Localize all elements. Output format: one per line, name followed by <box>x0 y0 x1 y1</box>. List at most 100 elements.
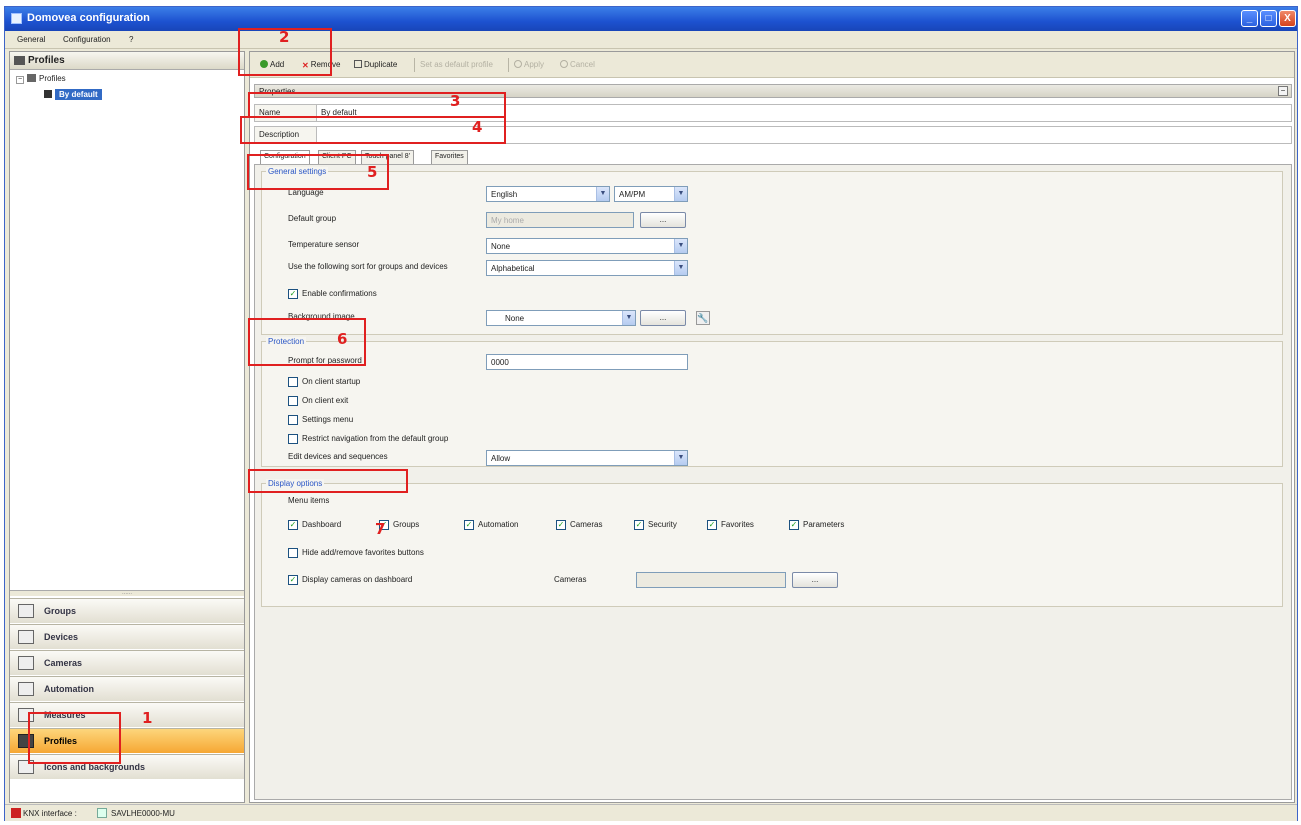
callout-number-3: 3 <box>450 92 461 110</box>
display-cameras-checkbox[interactable]: ✓ <box>288 575 298 585</box>
connection-icon <box>11 808 21 818</box>
profile-icon <box>44 90 52 98</box>
groups-icon <box>18 604 34 618</box>
background-select[interactable]: None ▼ <box>486 310 636 326</box>
tree-item-by-default[interactable]: By default <box>44 89 102 100</box>
apply-button[interactable]: Apply <box>514 60 544 69</box>
collapse-properties-button[interactable]: − <box>1278 86 1288 96</box>
callout-number-2: 2 <box>279 28 290 46</box>
menu-security-label: Security <box>648 520 677 529</box>
hide-favorites-label: Hide add/remove favorites buttons <box>302 548 424 557</box>
restrict-navigation-checkbox[interactable] <box>288 434 298 444</box>
default-group-value: My home <box>491 216 524 225</box>
callout-number-1: 1 <box>142 709 153 727</box>
tab-favorites[interactable]: Favorites <box>431 150 468 164</box>
menu-dashboard-label: Dashboard <box>302 520 342 529</box>
menu-help[interactable]: ? <box>129 35 133 44</box>
menu-automation-label: Automation <box>478 520 519 529</box>
cancel-icon <box>560 60 568 68</box>
temperature-value: None <box>491 242 511 251</box>
nav-automation[interactable]: Automation <box>10 676 244 701</box>
menu-bar: General Configuration ? <box>5 31 1297 49</box>
duplicate-button[interactable]: Duplicate <box>354 60 397 69</box>
password-field[interactable]: 0000 <box>486 354 688 370</box>
chevron-down-icon: ▼ <box>674 451 687 465</box>
chevron-down-icon: ▼ <box>596 187 609 201</box>
menu-automation-checkbox[interactable]: ✓ <box>464 520 474 530</box>
wrench-icon[interactable]: 🔧 <box>696 311 710 325</box>
close-button[interactable]: X <box>1279 10 1296 27</box>
nav-devices[interactable]: Devices <box>10 624 244 649</box>
on-startup-checkbox[interactable] <box>288 377 298 387</box>
callout-number-7: 7 <box>375 520 386 538</box>
automation-icon <box>18 682 34 696</box>
hide-favorites-checkbox[interactable] <box>288 548 298 558</box>
toolbar: Add ✕ Remove Duplicate Set as default pro… <box>250 52 1294 78</box>
minimize-button[interactable]: _ <box>1241 10 1258 27</box>
edit-devices-select[interactable]: Allow ▼ <box>486 450 688 466</box>
sort-value: Alphabetical <box>491 264 535 273</box>
callout-number-6: 6 <box>337 330 348 348</box>
menu-parameters-checkbox[interactable]: ✓ <box>789 520 799 530</box>
enable-confirmations-label: Enable confirmations <box>302 289 377 298</box>
server-status[interactable]: SAVLHE0000-MU <box>111 809 175 818</box>
interface-status[interactable]: KNX interface : <box>23 809 77 818</box>
cancel-button[interactable]: Cancel <box>560 60 595 69</box>
apply-label: Apply <box>524 60 545 69</box>
menu-general[interactable]: General <box>17 35 45 44</box>
language-select[interactable]: English ▼ <box>486 186 610 202</box>
sort-select[interactable]: Alphabetical ▼ <box>486 260 688 276</box>
chevron-down-icon: ▼ <box>622 311 635 325</box>
collapse-icon[interactable]: − <box>16 76 24 84</box>
sort-label: Use the following sort for groups and de… <box>288 262 448 271</box>
tree-item-label: By default <box>55 89 102 100</box>
default-group-field: My home <box>486 212 634 228</box>
toolbar-separator <box>508 58 509 72</box>
profile-tree: − Profiles By default <box>10 70 244 590</box>
camera-icon <box>18 656 34 670</box>
title-bar: Domovea configuration _ □ X <box>5 7 1297 31</box>
nav-cameras[interactable]: Cameras <box>10 650 244 675</box>
cameras-label: Cameras <box>554 575 587 584</box>
right-pane: Add ✕ Remove Duplicate Set as default pro… <box>249 51 1295 803</box>
enable-confirmations-checkbox[interactable]: ✓ <box>288 289 298 299</box>
menu-cameras-checkbox[interactable]: ✓ <box>556 520 566 530</box>
default-group-browse-button[interactable]: ... <box>640 212 686 228</box>
restrict-navigation-label: Restrict navigation from the default gro… <box>302 434 449 443</box>
profiles-folder-icon <box>27 74 36 82</box>
callout-box-7 <box>248 469 408 493</box>
callout-box-4 <box>240 116 506 144</box>
settings-menu-label: Settings menu <box>302 415 354 424</box>
on-exit-checkbox[interactable] <box>288 396 298 406</box>
chevron-down-icon: ▼ <box>674 239 687 253</box>
tree-root[interactable]: − Profiles <box>16 74 66 84</box>
menu-favorites-checkbox[interactable]: ✓ <box>707 520 717 530</box>
duplicate-label: Duplicate <box>364 60 398 69</box>
menu-dashboard-checkbox[interactable]: ✓ <box>288 520 298 530</box>
callout-box-1 <box>28 712 121 764</box>
pane-splitter[interactable]: ...... <box>10 590 244 596</box>
callout-number-5: 5 <box>367 163 378 181</box>
background-browse-button[interactable]: ... <box>640 310 686 326</box>
profiles-panel-header: Profiles <box>10 52 244 70</box>
menu-cameras-label: Cameras <box>570 520 603 529</box>
maximize-button[interactable]: □ <box>1260 10 1277 27</box>
chevron-down-icon: ▼ <box>674 261 687 275</box>
set-default-button[interactable]: Set as default profile <box>420 60 493 69</box>
background-value: None <box>505 314 525 323</box>
app-icon <box>11 13 22 24</box>
cameras-browse-button[interactable]: ... <box>792 572 838 588</box>
temperature-select[interactable]: None ▼ <box>486 238 688 254</box>
callout-number-4: 4 <box>472 118 483 136</box>
time-format-select[interactable]: AM/PM ▼ <box>614 186 688 202</box>
app-window: Domovea configuration _ □ X General Conf… <box>4 6 1298 821</box>
menu-security-checkbox[interactable]: ✓ <box>634 520 644 530</box>
on-exit-label: On client exit <box>302 396 349 405</box>
nav-groups[interactable]: Groups <box>10 598 244 623</box>
profiles-icon <box>14 56 25 65</box>
display-options-group: Display options Menu items ✓ Dashboard ✓… <box>261 479 1283 607</box>
menu-configuration[interactable]: Configuration <box>63 35 111 44</box>
nav-label: Devices <box>44 632 79 642</box>
settings-menu-checkbox[interactable] <box>288 415 298 425</box>
cameras-field <box>636 572 786 588</box>
